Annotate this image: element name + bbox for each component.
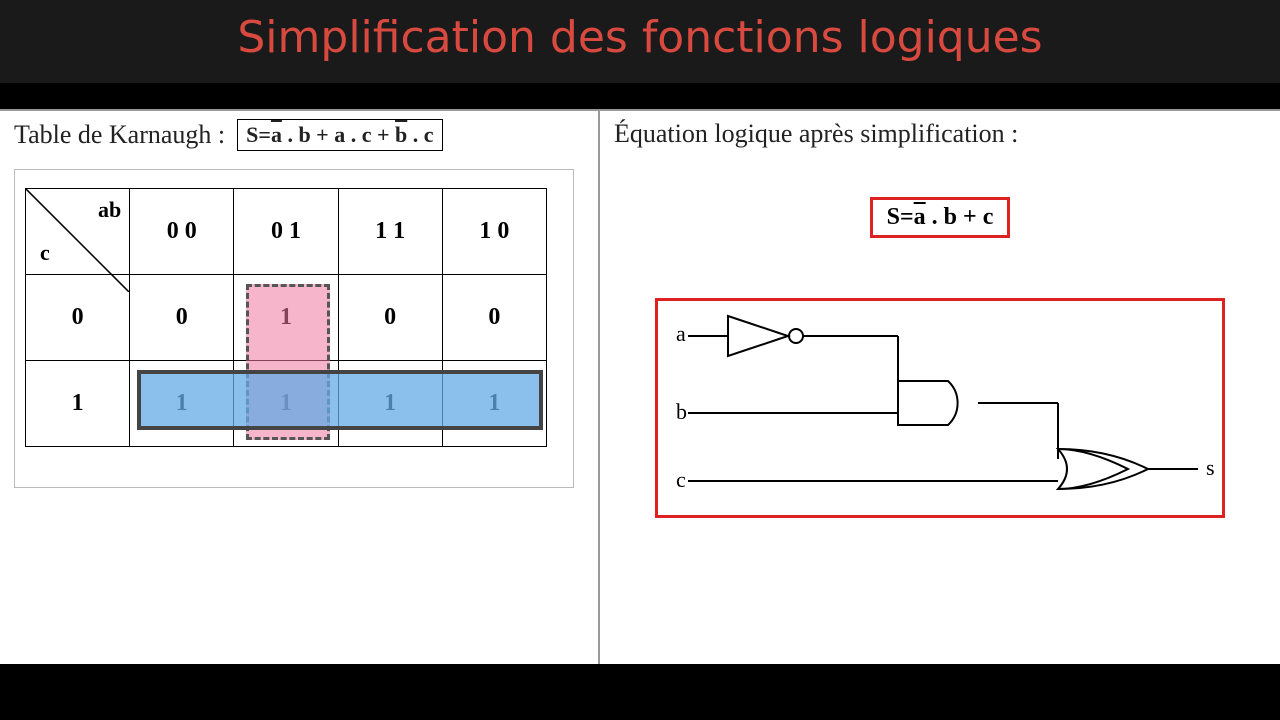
content-area: Table de Karnaugh : S=a . b + a . c + b … [0, 109, 1280, 664]
not-gate-icon [728, 316, 788, 356]
kmap-col-11: 1 1 [338, 189, 442, 275]
kmap-col-01: 0 1 [234, 189, 338, 275]
output-s-label: s [1206, 455, 1215, 480]
and-gate-icon [898, 381, 958, 425]
eq-lhs: S= [246, 122, 271, 147]
kmap-col-10: 1 0 [442, 189, 546, 275]
kmap-row-0: 0 [26, 275, 130, 361]
kmap-cell: 1 [130, 361, 234, 447]
kmap-cell: 1 [442, 361, 546, 447]
logic-circuit: a b c [655, 298, 1225, 518]
kmap-cell: 0 [130, 275, 234, 361]
seq-lhs: S= [887, 204, 914, 230]
seq-a-bar: a [914, 204, 926, 230]
kmap-table: ab c 0 0 0 1 1 1 1 0 0 0 1 0 0 1 [25, 188, 547, 447]
kmap-cell: 0 [338, 275, 442, 361]
input-a-label: a [676, 321, 686, 346]
eq-end: . c [407, 122, 433, 147]
kmap-col-00: 0 0 [130, 189, 234, 275]
eq-mid: . b + a . c + [282, 122, 395, 147]
karnaugh-heading-row: Table de Karnaugh : S=a . b + a . c + b … [14, 119, 584, 151]
original-equation: S=a . b + a . c + b . c [237, 119, 442, 151]
input-b-label: b [676, 399, 687, 424]
circuit-svg: a b c [658, 301, 1228, 521]
or-gate-icon [1058, 449, 1128, 489]
kmap-corner: ab c [26, 189, 130, 275]
kmap-row-var: c [40, 240, 50, 266]
karnaugh-heading: Table de Karnaugh : [14, 120, 225, 150]
kmap-cell: 1 [234, 361, 338, 447]
result-heading: Équation logique après simplification : [614, 119, 1266, 149]
page-title: Simplification des fonctions logiques [0, 12, 1280, 63]
kmap-cell: 0 [442, 275, 546, 361]
result-panel: Équation logique après simplification : … [600, 109, 1280, 664]
input-c-label: c [676, 467, 686, 492]
simplified-equation: S=a . b + c [870, 197, 1011, 238]
eq-b-bar: b [395, 122, 407, 147]
karnaugh-panel: Table de Karnaugh : S=a . b + a . c + b … [0, 109, 600, 664]
eq-a-bar: a [271, 122, 282, 147]
kmap-cell: 1 [338, 361, 442, 447]
kmap-col-var: ab [98, 197, 121, 223]
title-bar: Simplification des fonctions logiques [0, 0, 1280, 83]
seq-rest: . b + c [926, 204, 994, 230]
kmap-container: ab c 0 0 0 1 1 1 1 0 0 0 1 0 0 1 [14, 169, 574, 488]
kmap-row-1: 1 [26, 361, 130, 447]
kmap-cell: 1 [234, 275, 338, 361]
